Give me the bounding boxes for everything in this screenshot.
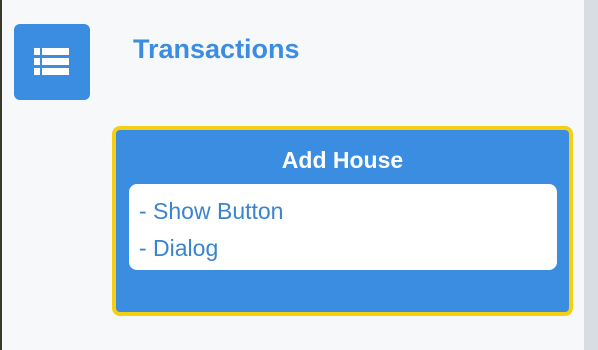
- background-strip: [0, 0, 2, 350]
- list-icon-button[interactable]: [14, 24, 90, 100]
- page-title: Transactions: [133, 34, 300, 64]
- list-item-show-button: - Show Button: [139, 198, 284, 224]
- scroll-edge: [584, 0, 598, 350]
- add-house-card: Add House - Show Button - Dialog: [112, 126, 573, 316]
- list-icon: [34, 48, 69, 75]
- card-body: - Show Button - Dialog: [129, 184, 557, 270]
- card-title: Add House: [281, 147, 404, 173]
- list-item-dialog: - Dialog: [139, 235, 219, 261]
